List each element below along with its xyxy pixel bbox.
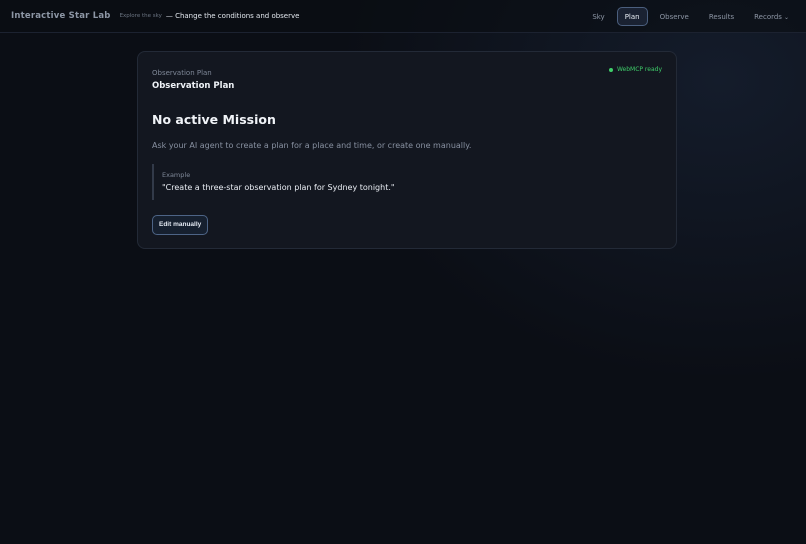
app-title: Interactive Star Lab [11,11,111,21]
example-label: Example [162,171,191,179]
tab-records-label: Records [754,13,782,21]
example-quote: Example "Create a three-star observation… [152,164,395,200]
status-text: WebMCP ready [616,66,662,73]
tab-sky[interactable]: Sky [584,7,612,26]
tagline-main: — Change the conditions and observe [165,12,300,20]
empty-state-description: Ask your AI agent to create a plan for a… [152,141,472,150]
tab-results[interactable]: Results [701,7,742,26]
top-bar: Interactive Star Lab Explore the sky — C… [0,0,806,33]
chevron-down-icon: ⌄ [783,14,789,21]
tab-plan[interactable]: Plan [616,7,648,26]
status-dot-icon [608,67,613,72]
edit-manually-button[interactable]: Edit manually [152,215,209,235]
tagline-small: Explore the sky [119,13,162,19]
main-nav: Sky Plan Observe Results Records ⌄ [580,7,797,26]
tab-observe[interactable]: Observe [652,7,697,26]
empty-state-heading: No active Mission [152,112,276,127]
status-badge: WebMCP ready [608,66,662,73]
observation-plan-card: WebMCP ready Observation Plan Observatio… [137,51,677,249]
card-title: Observation Plan [152,81,235,91]
example-text: "Create a three-star observation plan fo… [162,183,395,192]
card-eyebrow: Observation Plan [152,69,212,77]
tab-records[interactable]: Records ⌄ [746,7,797,26]
